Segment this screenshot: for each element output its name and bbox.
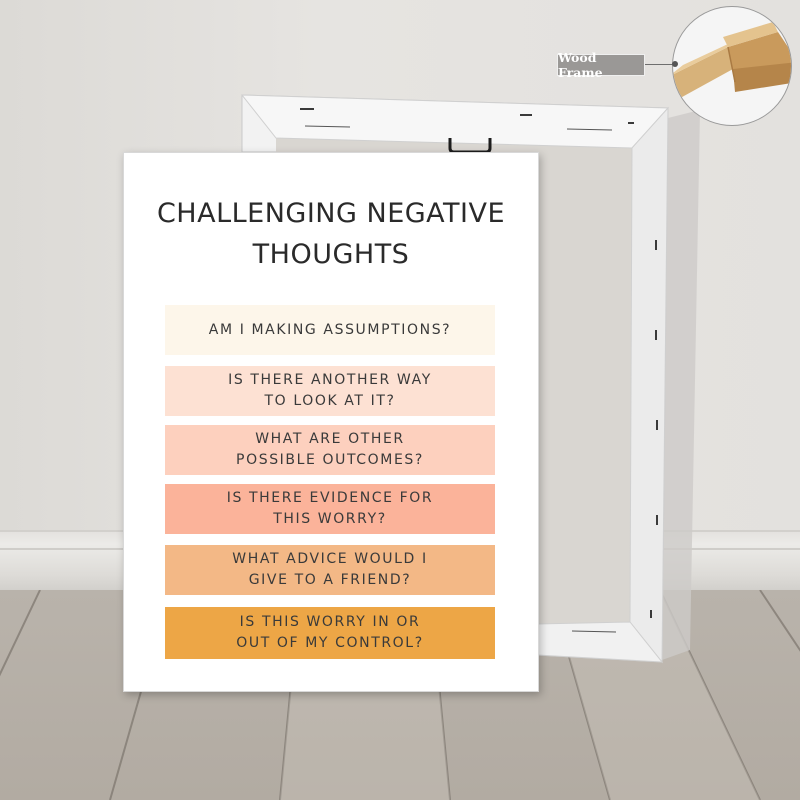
wood-frame-label: Wood Frame — [557, 50, 645, 80]
poster-title: CHALLENGING NEGATIVE THOUGHTS — [156, 198, 506, 270]
wood-frame-closeup — [672, 6, 792, 126]
callout-line — [645, 64, 675, 65]
prompt-box: WHAT ADVICE WOULD I GIVE TO A FRIEND? — [165, 545, 495, 595]
prompt-box: AM I MAKING ASSUMPTIONS? — [165, 305, 495, 355]
prompt-box: WHAT ARE OTHER POSSIBLE OUTCOMES? — [165, 425, 495, 475]
wood-corner-icon — [673, 22, 791, 102]
callout-dot — [672, 61, 678, 67]
prompt-box: IS THIS WORRY IN OR OUT OF MY CONTROL? — [165, 607, 495, 659]
prompt-box: IS THERE EVIDENCE FOR THIS WORRY? — [165, 484, 495, 534]
poster-canvas: CHALLENGING NEGATIVE THOUGHTS AM I MAKIN… — [123, 152, 539, 692]
prompt-box: IS THERE ANOTHER WAY TO LOOK AT IT? — [165, 366, 495, 416]
